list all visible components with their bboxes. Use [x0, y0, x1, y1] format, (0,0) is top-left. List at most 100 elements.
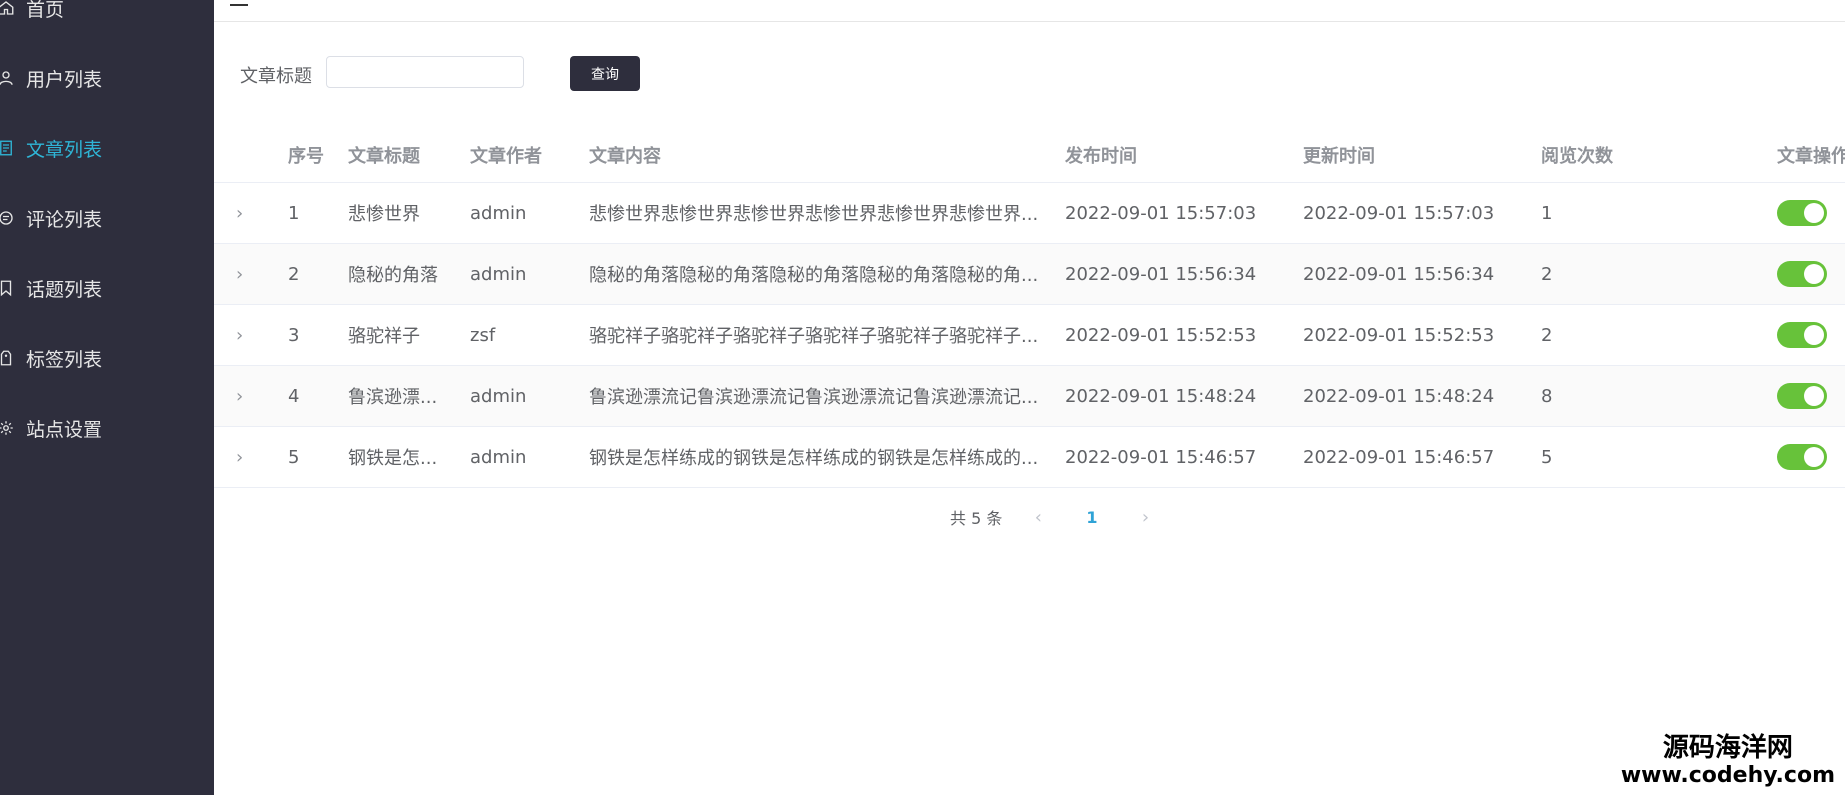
row-views: 2 — [1541, 324, 1553, 346]
home-icon — [0, 0, 18, 20]
row-content: 钢铁是怎样练成的钢铁是怎样练成的钢铁是怎样练成的... — [589, 448, 1039, 469]
table-row: › 2 隐秘的角落 admin 隐秘的角落隐秘的角落隐秘的角落隐秘的角落隐秘的角… — [214, 244, 1845, 305]
row-operation — [1777, 366, 1845, 426]
sidebar-item-label: 标签列表 — [26, 348, 103, 371]
sidebar-item-label: 文章列表 — [26, 138, 103, 161]
tag-icon — [0, 346, 18, 370]
row-updated: 2022-09-01 15:57:03 — [1303, 202, 1495, 224]
expand-chevron-icon[interactable]: › — [236, 305, 256, 365]
row-title: 钢铁是怎... — [348, 448, 438, 469]
expand-chevron-icon[interactable]: › — [236, 183, 256, 243]
bookmark-icon — [0, 276, 18, 300]
search-input[interactable] — [326, 56, 524, 88]
sidebar-item-tags[interactable]: 标签列表 — [0, 328, 214, 388]
sidebar-item-home[interactable]: 首页 — [0, 0, 214, 38]
header-updated: 更新时间 — [1303, 145, 1375, 167]
row-author: admin — [470, 263, 527, 285]
table-row: › 5 钢铁是怎... admin 钢铁是怎样练成的钢铁是怎样练成的钢铁是怎样练… — [214, 427, 1845, 488]
row-content: 隐秘的角落隐秘的角落隐秘的角落隐秘的角落隐秘的角... — [589, 265, 1039, 286]
gear-icon — [0, 416, 18, 440]
row-id: 3 — [288, 324, 300, 346]
row-operation — [1777, 427, 1845, 487]
sidebar-item-settings[interactable]: 站点设置 — [0, 398, 214, 458]
row-published: 2022-09-01 15:56:34 — [1065, 263, 1257, 285]
sidebar-item-label: 站点设置 — [26, 418, 103, 441]
row-id: 1 — [288, 202, 300, 224]
row-published: 2022-09-01 15:46:57 — [1065, 446, 1257, 468]
comment-icon — [0, 206, 18, 230]
hamburger-icon[interactable] — [230, 0, 248, 6]
row-updated: 2022-09-01 15:46:57 — [1303, 446, 1495, 468]
row-id: 5 — [288, 446, 300, 468]
row-content: 鲁滨逊漂流记鲁滨逊漂流记鲁滨逊漂流记鲁滨逊漂流记... — [589, 387, 1039, 408]
app-window: 首页 用户列表 文章列表 评论列表 话题列表 标签列表 站点设置 文章标题 查询… — [0, 0, 1845, 795]
sidebar-item-label: 用户列表 — [26, 68, 103, 91]
sidebar-item-label: 话题列表 — [26, 278, 103, 301]
article-table: 序号 文章标题 文章作者 文章内容 发布时间 更新时间 阅览次数 文章操作 › … — [214, 127, 1845, 488]
expand-chevron-icon[interactable]: › — [236, 427, 256, 487]
row-views: 1 — [1541, 202, 1553, 224]
row-updated: 2022-09-01 15:56:34 — [1303, 263, 1495, 285]
enable-switch[interactable] — [1777, 200, 1827, 226]
prev-page-icon[interactable]: ‹ — [1028, 507, 1048, 528]
row-content: 悲惨世界悲惨世界悲惨世界悲惨世界悲惨世界悲惨世界... — [589, 204, 1039, 225]
row-title: 鲁滨逊漂... — [348, 387, 438, 408]
watermark-url: www.codehy.com — [1620, 763, 1835, 788]
next-page-icon[interactable]: › — [1136, 507, 1156, 528]
top-header — [214, 0, 1845, 22]
row-published: 2022-09-01 15:48:24 — [1065, 385, 1257, 407]
watermark: 源码海洋网 www.codehy.com — [1621, 733, 1835, 789]
row-content: 骆驼祥子骆驼祥子骆驼祥子骆驼祥子骆驼祥子骆驼祥子... — [589, 326, 1039, 347]
row-id: 4 — [288, 385, 300, 407]
enable-switch[interactable] — [1777, 444, 1827, 470]
sidebar-item-label: 首页 — [26, 0, 65, 21]
table-row: › 4 鲁滨逊漂... admin 鲁滨逊漂流记鲁滨逊漂流记鲁滨逊漂流记鲁滨逊漂… — [214, 366, 1845, 427]
sidebar: 首页 用户列表 文章列表 评论列表 话题列表 标签列表 站点设置 — [0, 0, 214, 795]
enable-switch[interactable] — [1777, 322, 1827, 348]
row-operation — [1777, 183, 1845, 243]
row-updated: 2022-09-01 15:52:53 — [1303, 324, 1495, 346]
row-author: admin — [470, 202, 527, 224]
header-published: 发布时间 — [1065, 145, 1137, 167]
document-icon — [0, 136, 18, 160]
sidebar-item-topics[interactable]: 话题列表 — [0, 258, 214, 318]
expand-chevron-icon[interactable]: › — [236, 244, 256, 304]
sidebar-item-articles[interactable]: 文章列表 — [0, 118, 214, 178]
page-number[interactable]: 1 — [1086, 508, 1097, 527]
table-row: › 3 骆驼祥子 zsf 骆驼祥子骆驼祥子骆驼祥子骆驼祥子骆驼祥子骆驼祥子...… — [214, 305, 1845, 366]
search-button[interactable]: 查询 — [570, 56, 640, 91]
header-id: 序号 — [288, 145, 324, 167]
row-views: 5 — [1541, 446, 1553, 468]
row-views: 2 — [1541, 263, 1553, 285]
user-icon — [0, 66, 18, 90]
row-operation — [1777, 244, 1845, 304]
sidebar-item-comments[interactable]: 评论列表 — [0, 188, 214, 248]
row-published: 2022-09-01 15:52:53 — [1065, 324, 1257, 346]
row-id: 2 — [288, 263, 300, 285]
expand-chevron-icon[interactable]: › — [236, 366, 256, 426]
pagination: 共 5 条 ‹ 1 › — [950, 505, 1156, 529]
table-header: 序号 文章标题 文章作者 文章内容 发布时间 更新时间 阅览次数 文章操作 — [214, 127, 1845, 183]
row-operation — [1777, 305, 1845, 365]
watermark-title: 源码海洋网 — [1662, 733, 1793, 763]
row-author: zsf — [470, 324, 496, 346]
header-title: 文章标题 — [348, 145, 420, 167]
row-views: 8 — [1541, 385, 1553, 407]
row-title: 悲惨世界 — [348, 204, 420, 225]
row-updated: 2022-09-01 15:48:24 — [1303, 385, 1495, 407]
enable-switch[interactable] — [1777, 383, 1827, 409]
row-published: 2022-09-01 15:57:03 — [1065, 202, 1257, 224]
table-row: › 1 悲惨世界 admin 悲惨世界悲惨世界悲惨世界悲惨世界悲惨世界悲惨世界.… — [214, 183, 1845, 244]
header-operation: 文章操作 — [1777, 145, 1845, 167]
sidebar-item-label: 评论列表 — [26, 208, 103, 231]
pagination-total: 共 5 条 — [950, 509, 1003, 528]
row-title: 隐秘的角落 — [348, 265, 438, 286]
sidebar-item-users[interactable]: 用户列表 — [0, 48, 214, 108]
header-views: 阅览次数 — [1541, 145, 1613, 167]
enable-switch[interactable] — [1777, 261, 1827, 287]
row-title: 骆驼祥子 — [348, 326, 420, 347]
search-label: 文章标题 — [240, 66, 312, 87]
header-author: 文章作者 — [470, 145, 542, 167]
row-author: admin — [470, 446, 527, 468]
header-content: 文章内容 — [589, 145, 661, 167]
